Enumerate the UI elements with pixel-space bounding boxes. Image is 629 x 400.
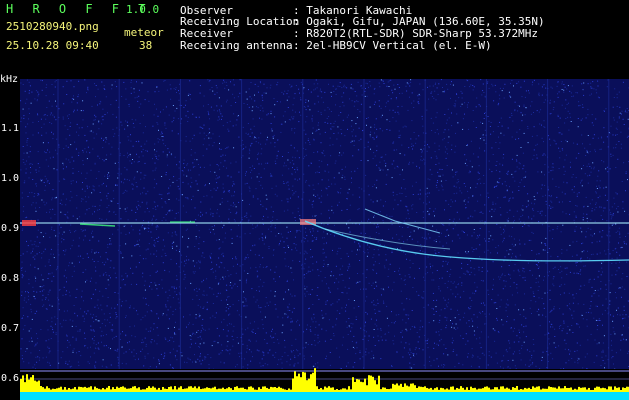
y-tick-label: 1.0: [0, 173, 19, 184]
info-value-antenna: : 2el-HB9CV Vertical (el. E-W): [293, 39, 492, 52]
meteor-count: 38: [139, 39, 153, 52]
datetime: 25.10.28 09:40: [6, 39, 99, 52]
y-tick-label: 0.8: [0, 273, 19, 284]
app-version: 1.0.0: [126, 3, 160, 16]
meteor-echo-hot: [22, 220, 36, 226]
meteor-label: meteor: [124, 26, 164, 39]
activity-baseline: [20, 392, 629, 400]
y-tick-label: 0.7: [0, 323, 19, 334]
spectrogram-background: [20, 79, 629, 400]
y-tick-label: 0.9: [0, 223, 19, 234]
filename: 2510280940.png: [6, 20, 99, 33]
spectrogram-plot: [20, 79, 629, 400]
y-tick-label: 1.1: [0, 123, 19, 134]
y-axis-unit: kHz: [0, 74, 19, 85]
info-label-antenna: Receiving antenna: [180, 39, 293, 52]
y-tick-label: 0.6: [0, 373, 19, 384]
